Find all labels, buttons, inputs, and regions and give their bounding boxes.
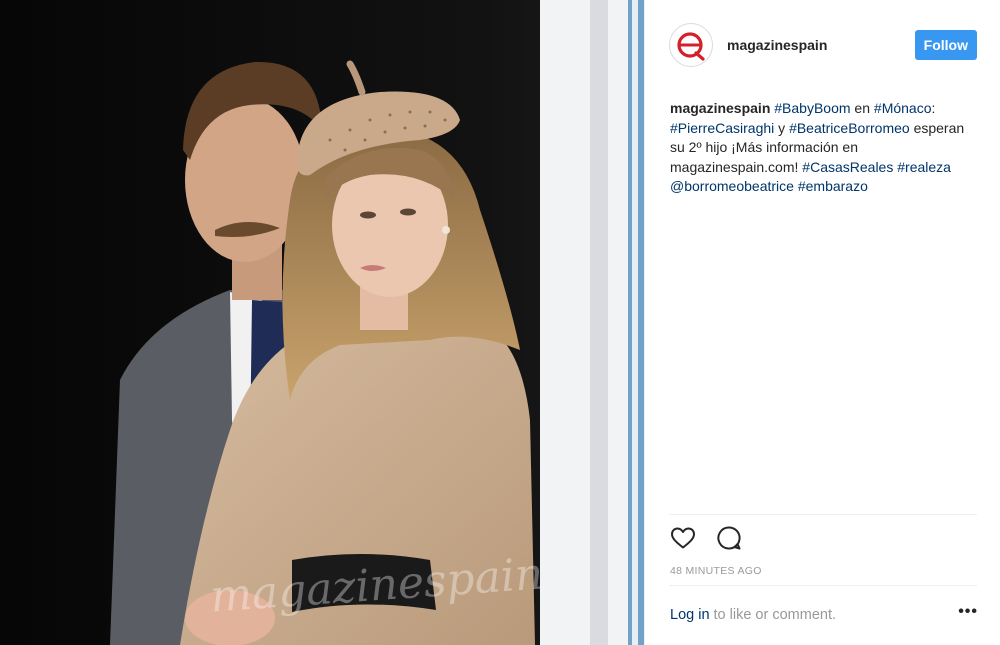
caption-hashtag[interactable]: #PierreCasiraghi <box>670 120 774 136</box>
login-link[interactable]: Log in <box>670 607 710 623</box>
avatar[interactable] <box>669 23 713 67</box>
action-icons <box>669 524 743 552</box>
actions-divider <box>669 514 977 515</box>
heart-icon <box>671 527 695 549</box>
caption-text: y <box>774 119 790 136</box>
caption-hashtag[interactable]: #Mónaco <box>874 100 932 116</box>
caption-hashtag[interactable]: #CasasReales <box>802 159 893 175</box>
post-username[interactable]: magazinespain <box>727 37 915 53</box>
comment-button[interactable] <box>715 524 743 552</box>
caption-hashtag[interactable]: #BeatriceBorromeo <box>789 120 910 136</box>
caption-text: : <box>931 100 936 116</box>
post-header: magazinespain Follow <box>645 0 1000 90</box>
magazinespain-logo-icon <box>677 32 705 61</box>
more-options-icon[interactable]: ••• <box>958 603 978 621</box>
like-button[interactable] <box>669 524 697 552</box>
post-caption: magazinespain #BabyBoom en #Mónaco: #Pie… <box>670 99 980 197</box>
post-timestamp[interactable]: 48 minutes ago <box>670 565 762 577</box>
follow-button[interactable]: Follow <box>914 30 977 60</box>
post-photo[interactable]: magazinespain <box>0 0 644 645</box>
caption-hashtag[interactable]: #realeza <box>897 159 951 175</box>
login-prompt-text: to like or comment. <box>713 607 837 623</box>
comment-icon <box>717 526 741 550</box>
login-prompt: Log in to like or comment. ••• <box>670 603 978 623</box>
caption-username[interactable]: magazinespain <box>670 100 770 116</box>
caption-hashtag[interactable]: #embarazo <box>798 178 868 194</box>
caption-text: en <box>850 100 874 116</box>
login-divider <box>669 585 977 586</box>
caption-mention[interactable]: @borromeobeatrice <box>670 178 794 194</box>
caption-hashtag[interactable]: #BabyBoom <box>774 100 850 116</box>
post-panel: magazinespain Follow magazinespain #Baby… <box>644 0 1000 645</box>
